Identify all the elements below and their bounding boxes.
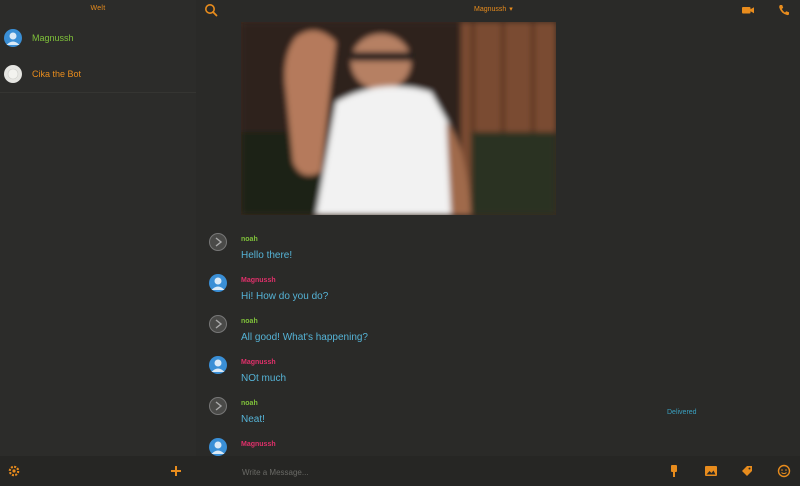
person-icon	[211, 441, 225, 454]
chat-app: Welt Magnussh Cika the Bot Magnussh ▾ no…	[0, 0, 800, 486]
plus-icon	[171, 466, 181, 476]
message-row: noah Neat! Delivered	[196, 394, 800, 434]
message-sender: Magnussh	[241, 359, 276, 366]
message-sender: noah	[241, 318, 258, 325]
contact-avatar	[209, 356, 227, 374]
message-input[interactable]	[240, 463, 654, 481]
chat-title[interactable]: Magnussh ▾	[474, 5, 513, 13]
message-row: Magnussh NOt much	[196, 353, 800, 393]
settings-button[interactable]	[6, 463, 22, 479]
message-row: noah Hello there!	[196, 230, 800, 270]
phone-call-button[interactable]	[776, 2, 792, 18]
attach-button[interactable]	[739, 463, 755, 479]
phone-icon	[779, 5, 789, 16]
add-button[interactable]	[168, 463, 184, 479]
message-text: All good! What's happening?	[241, 332, 368, 343]
message-sender: Magnussh	[241, 277, 276, 284]
message-text: Hello there!	[241, 250, 293, 261]
message-sender: Magnussh	[241, 441, 276, 448]
message-list: noah Hello there! Magnussh Hi! How do yo…	[196, 230, 800, 456]
bot-avatar	[4, 65, 22, 83]
contact-avatar	[209, 274, 227, 292]
gear-icon	[8, 465, 20, 477]
user-avatar	[209, 397, 227, 415]
chevron-down-icon: ▾	[509, 6, 513, 13]
contact-avatar	[4, 29, 22, 47]
video-call-icon	[742, 7, 754, 14]
sidebar-header: Welt	[0, 0, 196, 20]
video-call-button[interactable]	[740, 2, 756, 18]
contact-name: Cika the Bot	[32, 69, 82, 79]
user-icon	[215, 237, 223, 247]
message-row: Magnussh Hi! How do you do?	[196, 271, 800, 311]
contact-avatar	[209, 438, 227, 456]
person-icon	[211, 277, 225, 290]
map-pin-icon	[671, 465, 677, 477]
message-row: Magnussh	[196, 435, 800, 456]
contact-item-magnussh[interactable]: Magnussh	[0, 20, 196, 56]
message-sender: noah	[241, 400, 258, 407]
tag-icon	[742, 466, 752, 476]
message-text: Neat!	[241, 414, 265, 425]
user-avatar	[209, 233, 227, 251]
image-icon	[705, 466, 717, 476]
chat-header: Magnussh ▾	[196, 0, 800, 20]
user-icon	[215, 319, 223, 329]
message-sender: noah	[241, 236, 258, 243]
message-row: noah All good! What's happening?	[196, 312, 800, 352]
emoji-button[interactable]	[776, 463, 792, 479]
shared-image[interactable]	[241, 22, 556, 215]
user-avatar	[209, 315, 227, 333]
delivery-status: Delivered	[667, 409, 697, 416]
sidebar-title: Welt	[90, 5, 106, 12]
user-icon	[215, 401, 223, 411]
contact-name: Magnussh	[32, 33, 74, 43]
location-button[interactable]	[666, 463, 682, 479]
contact-item-cika-the-bot[interactable]: Cika the Bot	[0, 56, 196, 92]
person-icon	[6, 32, 20, 45]
message-text: NOt much	[241, 373, 287, 384]
bottom-bar	[0, 456, 800, 486]
bot-icon	[7, 68, 19, 80]
image-button[interactable]	[703, 463, 719, 479]
photo-image	[241, 22, 556, 215]
message-text: Hi! How do you do?	[241, 291, 329, 302]
smiley-icon	[777, 464, 791, 478]
person-icon	[211, 359, 225, 372]
chat-panel: Magnussh ▾ noah Hello there! Magnussh Hi…	[196, 0, 800, 456]
sidebar: Welt Magnussh Cika the Bot	[0, 0, 196, 456]
chat-title-text: Magnussh	[474, 6, 507, 13]
divider	[0, 92, 196, 93]
